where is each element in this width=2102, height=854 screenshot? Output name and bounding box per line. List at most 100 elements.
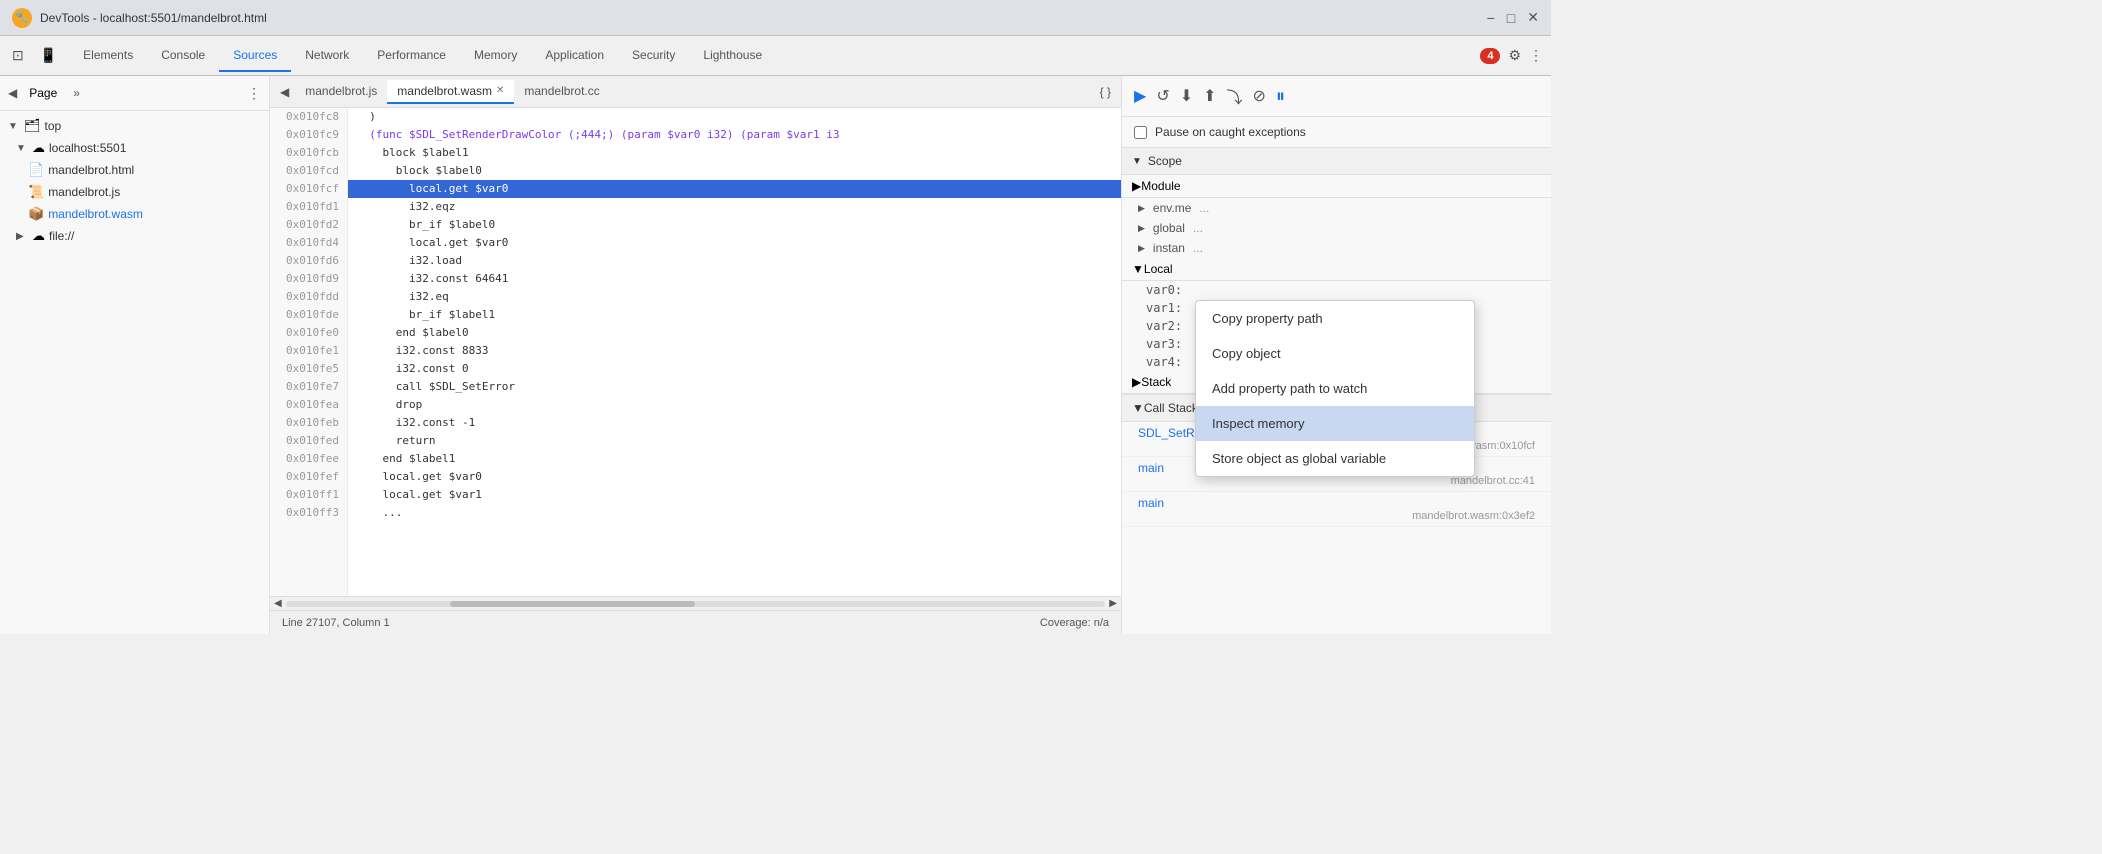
call-stack-item-2[interactable]: main mandelbrot.wasm:0x3ef2 (1122, 492, 1551, 527)
code-tab-wasm[interactable]: mandelbrot.wasm ✕ (387, 80, 514, 104)
local-header[interactable]: ▼ Local (1122, 258, 1551, 281)
tab-performance[interactable]: Performance (363, 40, 460, 72)
line-num-2: 0x010fc9 (270, 126, 347, 144)
inspect-icon[interactable]: ⊡ (8, 43, 28, 68)
scope-env[interactable]: ▶ env.me ... (1122, 198, 1551, 218)
format-button[interactable]: { } (1094, 83, 1117, 101)
tree-label-html: mandelbrot.html (48, 163, 134, 177)
step-button[interactable]: ⤵ (1225, 82, 1245, 110)
tab-console[interactable]: Console (147, 40, 219, 72)
code-line-22: local.get $var1 (348, 486, 1121, 504)
line-num-5: 0x010fcf (270, 180, 347, 198)
code-content: 0x010fc8 0x010fc9 0x010fcb 0x010fcd 0x01… (270, 108, 1121, 596)
file-icon-wasm: 📦 (28, 206, 44, 222)
resume-button[interactable]: ▶ (1132, 84, 1148, 108)
tree-label-js: mandelbrot.js (48, 185, 120, 199)
folder-icon-top: 🗂 (24, 118, 41, 134)
ctx-store-global[interactable]: Store object as global variable (1196, 441, 1474, 476)
code-line-16: call $SDL_SetError (348, 378, 1121, 396)
code-nav-back-button[interactable]: ◀ (274, 83, 295, 101)
close-button[interactable]: ✕ (1527, 9, 1539, 26)
line-num-8: 0x010fd4 (270, 234, 347, 252)
scope-global[interactable]: ▶ global ... (1122, 218, 1551, 238)
line-num-3: 0x010fcb (270, 144, 347, 162)
global-label: global (1153, 221, 1185, 235)
horizontal-scrollbar[interactable]: ◀ ▶ (270, 596, 1121, 610)
device-icon[interactable]: 📱 (36, 43, 61, 68)
env-dots: ... (1199, 201, 1209, 215)
file-icon-js: 📜 (28, 184, 44, 200)
scroll-right-button[interactable]: ▶ (1109, 598, 1117, 609)
code-line-23: ... (348, 504, 1121, 522)
sidebar: ◀ Page » ⋮ ▼ 🗂 top ▼ ☁ localhost:5501 📄 … (0, 76, 270, 634)
code-line-14: i32.const 8833 (348, 342, 1121, 360)
code-tab-js-label: mandelbrot.js (305, 84, 377, 98)
ctx-copy-property-path[interactable]: Copy property path (1196, 301, 1474, 336)
tab-security[interactable]: Security (618, 40, 689, 72)
code-line-18: i32.const -1 (348, 414, 1121, 432)
code-line-3: block $label1 (348, 144, 1121, 162)
var4-name: var4: (1146, 355, 1196, 369)
code-tabs: ◀ mandelbrot.js mandelbrot.wasm ✕ mandel… (270, 76, 1121, 108)
line-num-20: 0x010fee (270, 450, 347, 468)
ctx-copy-object[interactable]: Copy object (1196, 336, 1474, 371)
pause-button[interactable]: ⏸ (1274, 84, 1287, 109)
pause-on-exceptions-row: Pause on caught exceptions (1122, 117, 1551, 148)
line-num-6: 0x010fd1 (270, 198, 347, 216)
tab-memory[interactable]: Memory (460, 40, 531, 72)
tree-item-js[interactable]: 📜 mandelbrot.js (0, 181, 269, 203)
minimize-button[interactable]: − (1487, 9, 1495, 26)
instan-dots: ... (1193, 241, 1203, 255)
ctx-inspect-memory[interactable]: Inspect memory (1196, 406, 1474, 441)
tree-item-localhost[interactable]: ▼ ☁ localhost:5501 (0, 137, 269, 159)
sidebar-page-tab[interactable]: Page (21, 82, 65, 104)
line-num-9: 0x010fd6 (270, 252, 347, 270)
maximize-button[interactable]: □ (1507, 9, 1515, 26)
call-stack-name-2: main (1138, 496, 1535, 510)
code-tab-wasm-close[interactable]: ✕ (496, 85, 504, 96)
pause-on-exceptions-label: Pause on caught exceptions (1155, 125, 1306, 139)
sidebar-collapse-button[interactable]: ◀ (8, 86, 17, 100)
tree-item-file[interactable]: ▶ ☁ file:// (0, 225, 269, 247)
ctx-add-to-watch[interactable]: Add property path to watch (1196, 371, 1474, 406)
title-bar: 🔧 DevTools - localhost:5501/mandelbrot.h… (0, 0, 1551, 36)
line-num-10: 0x010fd9 (270, 270, 347, 288)
tree-arrow-file: ▶ (16, 231, 28, 242)
tab-sources[interactable]: Sources (219, 40, 291, 72)
module-header[interactable]: ▶ Module (1122, 175, 1551, 198)
code-line-10: i32.const 64641 (348, 270, 1121, 288)
window-title: DevTools - localhost:5501/mandelbrot.htm… (40, 11, 1479, 25)
main-tab-bar: ⊡ 📱 Elements Console Sources Network Per… (0, 36, 1551, 76)
step-into-button[interactable]: ⬇ (1178, 84, 1195, 108)
tab-elements[interactable]: Elements (69, 40, 147, 72)
env-arrow: ▶ (1138, 203, 1145, 214)
tree-item-top[interactable]: ▼ 🗂 top (0, 115, 269, 137)
sidebar-menu-button[interactable]: ⋮ (247, 85, 261, 102)
scroll-left-button[interactable]: ◀ (274, 598, 282, 609)
tab-lighthouse[interactable]: Lighthouse (689, 40, 776, 72)
scrollbar-track[interactable] (286, 601, 1106, 607)
scope-instan[interactable]: ▶ instan ... (1122, 238, 1551, 258)
scrollbar-thumb (450, 601, 696, 607)
deactivate-breakpoints-button[interactable]: ⊘ (1251, 84, 1268, 108)
tab-network[interactable]: Network (291, 40, 363, 72)
code-line-6: i32.eqz (348, 198, 1121, 216)
code-tab-cc[interactable]: mandelbrot.cc (514, 80, 609, 104)
local-arrow: ▼ (1132, 262, 1144, 276)
pause-on-exceptions-checkbox[interactable] (1134, 126, 1147, 139)
scope-arrow: ▼ (1132, 156, 1142, 167)
sidebar-more-button[interactable]: » (73, 86, 80, 100)
stack-arrow: ▶ (1132, 375, 1141, 389)
tree-item-wasm[interactable]: 📦 mandelbrot.wasm (0, 203, 269, 225)
scope-label: Scope (1148, 154, 1182, 168)
more-button[interactable]: ⋮ (1529, 47, 1543, 64)
scope-header[interactable]: ▼ Scope (1122, 148, 1551, 175)
code-line-7: br_if $label0 (348, 216, 1121, 234)
code-tab-js[interactable]: mandelbrot.js (295, 80, 387, 104)
tree-item-html[interactable]: 📄 mandelbrot.html (0, 159, 269, 181)
code-line-2: (func $SDL_SetRenderDrawColor (;444;) (p… (348, 126, 1121, 144)
step-out-button[interactable]: ⬆ (1201, 84, 1218, 108)
step-over-button[interactable]: ↺ (1154, 84, 1171, 108)
tab-application[interactable]: Application (531, 40, 618, 72)
settings-button[interactable]: ⚙ (1508, 47, 1521, 64)
